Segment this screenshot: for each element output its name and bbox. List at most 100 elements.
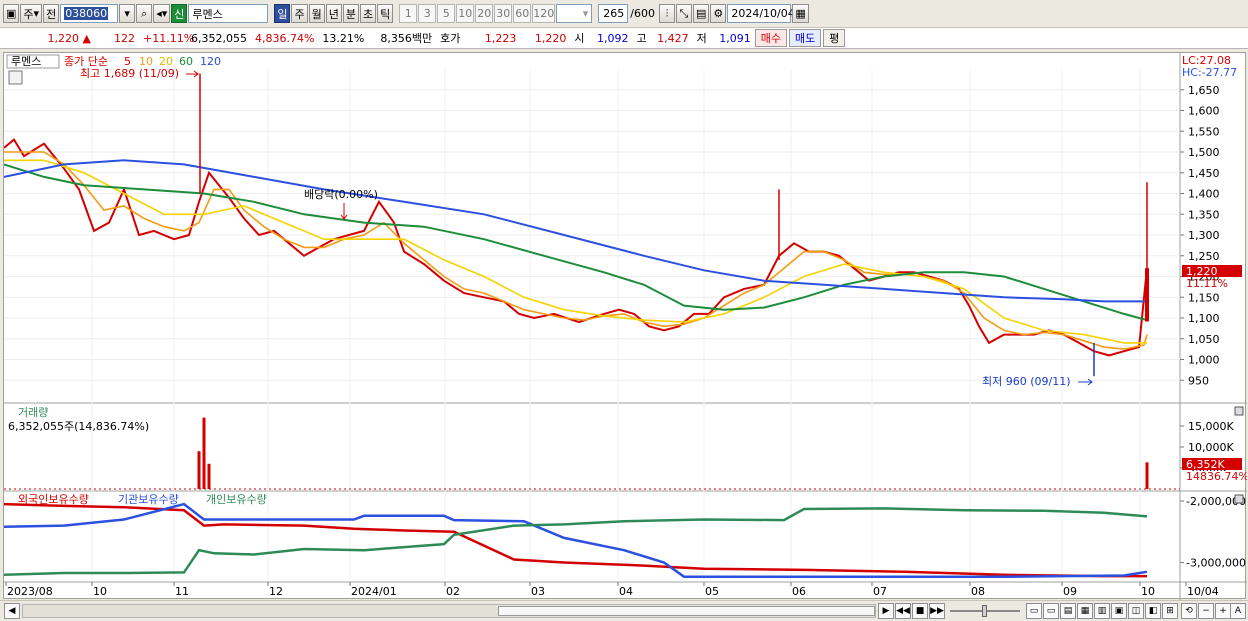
view-icon-7[interactable]: ◫: [1128, 603, 1144, 619]
view-icon-1[interactable]: ▭: [1026, 603, 1042, 619]
period-year[interactable]: 년: [325, 4, 342, 23]
current-price-value: 1,220: [47, 31, 80, 45]
interval-3[interactable]: 3: [418, 4, 437, 23]
interval-120[interactable]: 120: [532, 4, 556, 23]
price-tick-label: 1,550: [1188, 125, 1220, 138]
view-icon-8[interactable]: ◧: [1145, 603, 1161, 619]
x-tick-label: 07: [873, 585, 887, 598]
scroll-track[interactable]: [22, 604, 876, 618]
volume: 6,352,055: [191, 31, 247, 45]
price-tick-label: 1,450: [1188, 167, 1220, 180]
stock-name-field[interactable]: 루멘스: [188, 4, 269, 23]
chart-area[interactable]: 9501,0001,0501,1001,1501,2001,2501,3001,…: [3, 52, 1248, 600]
view-icon-6[interactable]: ▣: [1111, 603, 1127, 619]
x-tick-label: 11: [175, 585, 189, 598]
dividend-annotation: 배당락(0.00%): [304, 188, 378, 201]
view-icon-5[interactable]: ▥: [1094, 603, 1110, 619]
annotation-arrows: [186, 70, 1093, 386]
x-tick-label: 02: [446, 585, 460, 598]
gear-icon[interactable]: ⚙: [710, 4, 727, 23]
x-tick-label: 06: [792, 585, 806, 598]
sell-button[interactable]: 매도: [789, 29, 822, 47]
sound-icon[interactable]: ◂▾: [153, 4, 171, 23]
scroll-thumb[interactable]: [498, 606, 875, 616]
x-tick-label: 10: [93, 585, 107, 598]
zoom-reset-icon[interactable]: ⟲: [1181, 603, 1197, 619]
candle-icon[interactable]: ⫶: [658, 4, 675, 23]
interval-dropdown[interactable]: ▾: [556, 4, 593, 23]
play-forward-icon[interactable]: ▶▶: [929, 603, 945, 619]
calendar-icon[interactable]: ▦: [792, 4, 809, 23]
interval-1[interactable]: 1: [399, 4, 418, 23]
price-tick-label: 1,350: [1188, 208, 1220, 221]
buy-button[interactable]: 매수: [754, 29, 788, 47]
interval-5[interactable]: 5: [437, 4, 456, 23]
volume-panel-close-icon[interactable]: [1234, 406, 1244, 416]
high-price: 1,427: [657, 31, 689, 45]
period-minute[interactable]: 분: [342, 4, 359, 23]
stock-code-input[interactable]: 038060: [60, 4, 119, 23]
view-icon-4[interactable]: ▦: [1077, 603, 1093, 619]
save-icon[interactable]: ▤: [692, 4, 710, 23]
holdings-tick-label: -3,000,000: [1186, 557, 1246, 570]
period-second[interactable]: 초: [359, 4, 377, 23]
x-tick-label: 08: [971, 585, 985, 598]
price-tick-label: 1,600: [1188, 105, 1220, 118]
stop-icon[interactable]: ■: [912, 603, 928, 619]
panel-settings-icon[interactable]: [8, 70, 23, 85]
auto-scale-icon[interactable]: A: [1230, 603, 1246, 619]
high-label: 고: [636, 32, 647, 45]
quote-row: 1,220 ▲ 122 +11.11% 6,352,055 4,836.74% …: [0, 28, 1248, 49]
candle-last-body: [1145, 268, 1149, 322]
ma-line-20: [4, 159, 1147, 344]
period-month[interactable]: 월: [308, 4, 325, 23]
code-dropdown-icon[interactable]: ▾: [119, 4, 136, 23]
scroll-left-icon[interactable]: ◀: [4, 603, 20, 619]
volume-pct-tag: 14836.74%: [1186, 470, 1247, 483]
price-tick-label: 1,300: [1188, 229, 1220, 242]
x-tick-label: 05: [705, 585, 719, 598]
price-tick-label: 1,050: [1188, 333, 1220, 346]
view-icon-2[interactable]: ▭: [1043, 603, 1059, 619]
period-week[interactable]: 주: [291, 4, 308, 23]
low-label: 저: [696, 32, 707, 45]
period-day[interactable]: 일: [274, 4, 291, 23]
count-total: /600: [630, 7, 655, 20]
legend-institution: 기관보유수량: [118, 493, 179, 506]
interval-60[interactable]: 60: [513, 4, 532, 23]
prev-button[interactable]: 전: [43, 4, 60, 23]
count-input[interactable]: 265: [598, 4, 629, 23]
zoom-in-icon[interactable]: +: [1215, 603, 1231, 619]
zoom-out-icon[interactable]: −: [1198, 603, 1214, 619]
scroll-right-icon[interactable]: ▶: [878, 603, 894, 619]
turnover: 13.21%: [322, 31, 365, 45]
view-icon-3[interactable]: ▤: [1060, 603, 1076, 619]
play-back-icon[interactable]: ◀◀: [895, 603, 911, 619]
market-select[interactable]: 주 ▾: [20, 4, 43, 23]
holdings-y-axis: -2,000,000-3,000,000: [1180, 495, 1246, 570]
interval-10[interactable]: 10: [456, 4, 475, 23]
layout-icon[interactable]: ▣: [3, 4, 20, 23]
volume-bar: [207, 463, 211, 489]
x-tick-label: 2024/01: [351, 585, 397, 598]
crosshair-icon[interactable]: ⤡: [675, 4, 692, 23]
view-icon-9[interactable]: ⊞: [1162, 603, 1178, 619]
date-input[interactable]: 2024/10/04: [727, 4, 795, 23]
ma-line-120: [3, 159, 1147, 303]
zoom-slider-handle[interactable]: [982, 605, 987, 617]
current-price: 1,220 ▲: [47, 31, 91, 45]
search-icon[interactable]: ⌕: [136, 4, 153, 23]
x-tick-label: 09: [1063, 585, 1077, 598]
legend-individual: 개인보유수량: [206, 493, 267, 506]
x-tick-label: 12: [269, 585, 283, 598]
holdings-panel-close-icon[interactable]: [1234, 494, 1244, 504]
current-pct-tag: 11.11%: [1186, 277, 1228, 290]
ask-price: 1,223: [484, 31, 517, 45]
low-annotation: 최저 960 (09/11): [982, 375, 1071, 388]
interval-30[interactable]: 30: [494, 4, 513, 23]
interval-20[interactable]: 20: [475, 4, 494, 23]
period-tick[interactable]: 틱: [377, 4, 394, 23]
open-label: 시: [574, 32, 585, 45]
hc-label: HC:-27.77: [1182, 66, 1237, 79]
flat-button[interactable]: 평: [823, 29, 846, 47]
